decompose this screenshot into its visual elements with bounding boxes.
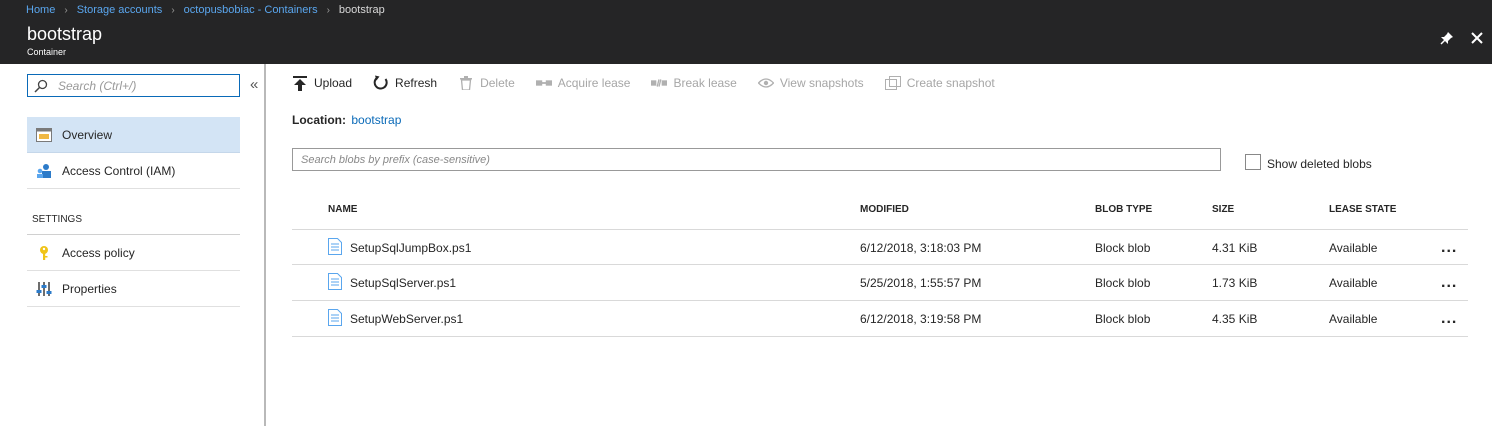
- chevron-right-icon: ›: [326, 4, 330, 16]
- more-options-icon[interactable]: ...: [1441, 274, 1457, 292]
- blob-size: 4.35 KiB: [1212, 312, 1258, 326]
- blob-size: 4.31 KiB: [1212, 241, 1258, 255]
- blob-type: Block blob: [1095, 276, 1151, 290]
- refresh-icon: [373, 75, 389, 91]
- properties-icon: [35, 280, 53, 298]
- blob-size: 1.73 KiB: [1212, 276, 1258, 290]
- nav-item-access-control[interactable]: Access Control (IAM): [27, 153, 240, 189]
- file-icon: [328, 309, 342, 329]
- blob-search-input[interactable]: [292, 148, 1221, 171]
- file-icon: [328, 238, 342, 258]
- table-row[interactable]: SetupSqlServer.ps1 5/25/2018, 1:55:57 PM…: [292, 265, 1468, 301]
- left-nav: « Overview Access Control (IAM) SETTINGS…: [0, 64, 266, 426]
- nav-item-label: Access policy: [62, 245, 135, 260]
- key-icon: [35, 244, 53, 262]
- nav-item-properties[interactable]: Properties: [27, 271, 240, 307]
- break-lease-button[interactable]: Break lease: [651, 75, 737, 91]
- nav-item-label: Overview: [62, 127, 113, 142]
- trash-icon: [458, 75, 474, 91]
- snapshot-icon: [884, 75, 901, 91]
- break-lease-icon: [651, 75, 668, 91]
- upload-icon: [292, 75, 308, 91]
- show-deleted-label: Show deleted blobs: [1267, 157, 1372, 171]
- page-title: bootstrap: [27, 24, 103, 44]
- menu-search-box: [27, 74, 240, 97]
- blob-type: Block blob: [1095, 312, 1151, 326]
- page-subtitle: Container: [27, 47, 67, 57]
- more-options-icon[interactable]: ...: [1441, 239, 1457, 257]
- collapse-menu-icon[interactable]: «: [250, 76, 258, 93]
- acquire-lease-button[interactable]: Acquire lease: [535, 75, 631, 91]
- command-bar: Upload Refresh Delete Acquire lease Brea…: [292, 72, 1016, 94]
- breadcrumb-containers[interactable]: octopusbobiac - Containers: [184, 4, 318, 16]
- breadcrumb: Home › Storage accounts › octopusbobiac …: [0, 0, 1492, 20]
- pin-icon[interactable]: [1437, 28, 1457, 48]
- chevron-right-icon: ›: [64, 4, 68, 16]
- create-snapshot-button[interactable]: Create snapshot: [884, 75, 995, 91]
- file-icon: [328, 273, 342, 293]
- upload-label: Upload: [314, 76, 353, 90]
- blade-header: bootstrap Container: [0, 20, 1492, 64]
- location: Location: bootstrap: [292, 113, 401, 127]
- table-row[interactable]: SetupSqlJumpBox.ps1 6/12/2018, 3:18:03 P…: [292, 229, 1468, 265]
- refresh-button[interactable]: Refresh: [373, 75, 437, 91]
- view-snapshots-button[interactable]: View snapshots: [757, 75, 864, 91]
- breadcrumb-home[interactable]: Home: [26, 4, 55, 16]
- acquire-lease-icon: [535, 75, 552, 91]
- blob-modified: 5/25/2018, 1:55:57 PM: [860, 276, 982, 290]
- location-label: Location:: [292, 113, 346, 127]
- upload-button[interactable]: Upload: [292, 75, 352, 91]
- delete-button[interactable]: Delete: [458, 75, 515, 91]
- column-header-lease-state[interactable]: LEASE STATE: [1329, 204, 1396, 215]
- blob-name[interactable]: SetupSqlServer.ps1: [350, 276, 456, 290]
- acquire-lease-label: Acquire lease: [557, 76, 631, 90]
- nav-item-label: Access Control (IAM): [62, 163, 176, 178]
- column-header-name[interactable]: NAME: [328, 204, 357, 215]
- break-lease-label: Break lease: [673, 76, 737, 90]
- blob-type: Block blob: [1095, 241, 1151, 255]
- breadcrumb-current: bootstrap: [338, 4, 385, 16]
- blob-lease-state: Available: [1329, 276, 1378, 290]
- blob-lease-state: Available: [1329, 312, 1378, 326]
- nav-item-overview[interactable]: Overview: [27, 117, 240, 153]
- nav-item-label: Properties: [62, 281, 117, 296]
- location-link[interactable]: bootstrap: [351, 113, 401, 127]
- blob-name[interactable]: SetupSqlJumpBox.ps1: [350, 241, 471, 255]
- settings-section-title: SETTINGS: [32, 214, 83, 225]
- more-options-icon[interactable]: ...: [1441, 310, 1457, 328]
- column-header-blob-type[interactable]: BLOB TYPE: [1095, 204, 1152, 215]
- blob-modified: 6/12/2018, 3:18:03 PM: [860, 241, 982, 255]
- menu-search-input[interactable]: [58, 78, 228, 93]
- show-deleted-checkbox[interactable]: [1245, 154, 1261, 170]
- close-icon[interactable]: [1467, 28, 1487, 48]
- blob-name[interactable]: SetupWebServer.ps1: [350, 312, 463, 326]
- iam-icon: [35, 162, 53, 180]
- overview-icon: [35, 126, 53, 144]
- delete-label: Delete: [480, 76, 515, 90]
- blob-modified: 6/12/2018, 3:19:58 PM: [860, 312, 982, 326]
- column-header-modified[interactable]: MODIFIED: [860, 204, 909, 215]
- column-header-size[interactable]: SIZE: [1212, 204, 1234, 215]
- blob-lease-state: Available: [1329, 241, 1378, 255]
- view-snapshots-label: View snapshots: [779, 76, 864, 90]
- eye-icon: [757, 75, 774, 91]
- create-snapshot-label: Create snapshot: [906, 76, 995, 90]
- breadcrumb-storage-accounts[interactable]: Storage accounts: [77, 4, 163, 16]
- refresh-label: Refresh: [395, 76, 438, 90]
- search-icon: [34, 79, 48, 93]
- nav-item-access-policy[interactable]: Access policy: [27, 235, 240, 271]
- chevron-right-icon: ›: [171, 4, 175, 16]
- table-row[interactable]: SetupWebServer.ps1 6/12/2018, 3:19:58 PM…: [292, 301, 1468, 337]
